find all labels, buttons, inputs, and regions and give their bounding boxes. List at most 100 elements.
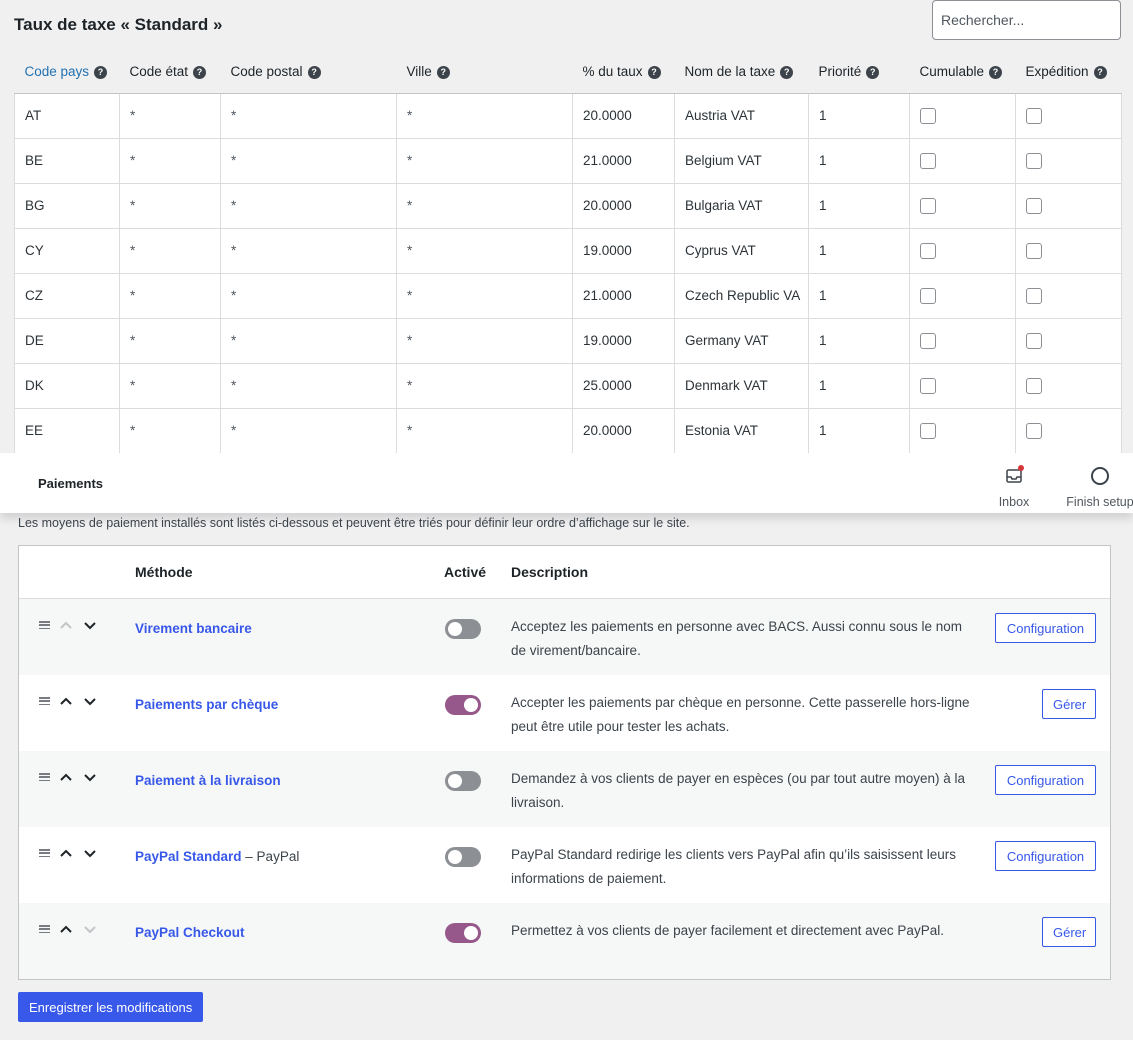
rate-cell[interactable]: 19.0000 — [572, 317, 675, 364]
postcode-cell[interactable]: * — [220, 407, 397, 454]
rate-cell[interactable]: 20.0000 — [572, 407, 675, 454]
enabled-toggle[interactable] — [445, 619, 481, 639]
chevron-up-icon[interactable] — [58, 693, 74, 709]
help-icon[interactable]: ? — [647, 66, 661, 80]
method-name-link[interactable]: Paiements par chèque — [135, 697, 278, 712]
drag-handle-icon[interactable] — [39, 621, 50, 629]
finish-setup-button[interactable]: Finish setup — [1062, 465, 1133, 509]
postcode-cell[interactable]: * — [220, 227, 397, 274]
chevron-up-icon[interactable] — [58, 845, 74, 861]
city-cell[interactable]: * — [396, 317, 573, 364]
state-code-cell[interactable]: * — [119, 362, 221, 409]
drag-handle-icon[interactable] — [39, 849, 50, 857]
priority-cell[interactable]: 1 — [808, 317, 910, 364]
compound-checkbox[interactable] — [920, 107, 936, 124]
city-cell[interactable]: * — [396, 362, 573, 409]
drag-handle-icon[interactable] — [39, 925, 50, 933]
help-icon[interactable]: ? — [307, 66, 321, 80]
country-code-cell[interactable]: BG — [14, 182, 120, 229]
enabled-toggle[interactable] — [445, 771, 481, 791]
chevron-up-icon[interactable] — [58, 921, 74, 937]
compound-checkbox[interactable] — [920, 332, 936, 349]
city-cell[interactable]: * — [396, 407, 573, 454]
country-code-cell[interactable]: EE — [14, 407, 120, 454]
shipping-checkbox[interactable] — [1026, 377, 1042, 394]
help-icon[interactable]: ? — [866, 66, 880, 80]
country-code-cell[interactable]: AT — [14, 92, 120, 139]
tax-name-cell[interactable]: Bulgaria VAT — [674, 182, 809, 229]
method-name-link[interactable]: PayPal Standard — [135, 849, 242, 864]
state-code-cell[interactable]: * — [119, 272, 221, 319]
search-input[interactable] — [932, 0, 1121, 40]
state-code-cell[interactable]: * — [119, 182, 221, 229]
state-code-cell[interactable]: * — [119, 407, 221, 454]
state-code-cell[interactable]: * — [119, 227, 221, 274]
compound-checkbox[interactable] — [920, 377, 936, 394]
drag-handle-icon[interactable] — [39, 697, 50, 705]
column-country-code[interactable]: Code pays? — [14, 51, 120, 94]
shipping-checkbox[interactable] — [1026, 152, 1042, 169]
method-action-button[interactable]: Configuration — [995, 613, 1096, 643]
tax-name-cell[interactable]: Austria VAT — [674, 92, 809, 139]
shipping-checkbox[interactable] — [1026, 242, 1042, 259]
city-cell[interactable]: * — [396, 92, 573, 139]
priority-cell[interactable]: 1 — [808, 272, 910, 319]
enabled-toggle[interactable] — [445, 923, 481, 943]
help-icon[interactable]: ? — [780, 66, 794, 80]
compound-checkbox[interactable] — [920, 152, 936, 169]
help-icon[interactable]: ? — [193, 66, 207, 80]
help-icon[interactable]: ? — [94, 66, 108, 80]
compound-checkbox[interactable] — [920, 242, 936, 259]
state-code-cell[interactable]: * — [119, 92, 221, 139]
tax-name-cell[interactable]: Estonia VAT — [674, 407, 809, 454]
method-action-button[interactable]: Configuration — [995, 765, 1096, 795]
compound-checkbox[interactable] — [920, 287, 936, 304]
shipping-checkbox[interactable] — [1026, 287, 1042, 304]
priority-cell[interactable]: 1 — [808, 362, 910, 409]
country-code-cell[interactable]: DK — [14, 362, 120, 409]
country-code-cell[interactable]: DE — [14, 317, 120, 364]
tax-name-cell[interactable]: Cyprus VAT — [674, 227, 809, 274]
postcode-cell[interactable]: * — [220, 362, 397, 409]
priority-cell[interactable]: 1 — [808, 227, 910, 274]
tax-name-cell[interactable]: Czech Republic VA — [674, 272, 809, 319]
rate-cell[interactable]: 25.0000 — [572, 362, 675, 409]
priority-cell[interactable]: 1 — [808, 407, 910, 454]
shipping-checkbox[interactable] — [1026, 197, 1042, 214]
country-code-cell[interactable]: BE — [14, 137, 120, 184]
tax-name-cell[interactable]: Belgium VAT — [674, 137, 809, 184]
help-icon[interactable]: ? — [436, 66, 450, 80]
inbox-button[interactable]: Inbox — [994, 465, 1034, 509]
priority-cell[interactable]: 1 — [808, 137, 910, 184]
postcode-cell[interactable]: * — [220, 92, 397, 139]
chevron-down-icon[interactable] — [82, 693, 98, 709]
country-code-cell[interactable]: CY — [14, 227, 120, 274]
postcode-cell[interactable]: * — [220, 272, 397, 319]
chevron-down-icon[interactable] — [82, 617, 98, 633]
method-name-link[interactable]: PayPal Checkout — [135, 925, 245, 940]
enabled-toggle[interactable] — [445, 695, 481, 715]
country-code-cell[interactable]: CZ — [14, 272, 120, 319]
priority-cell[interactable]: 1 — [808, 92, 910, 139]
rate-cell[interactable]: 19.0000 — [572, 227, 675, 274]
postcode-cell[interactable]: * — [220, 137, 397, 184]
shipping-checkbox[interactable] — [1026, 422, 1042, 439]
method-action-button[interactable]: Gérer — [1042, 917, 1096, 947]
chevron-down-icon[interactable] — [82, 769, 98, 785]
method-action-button[interactable]: Gérer — [1042, 689, 1096, 719]
help-icon[interactable]: ? — [989, 66, 1003, 80]
city-cell[interactable]: * — [396, 227, 573, 274]
state-code-cell[interactable]: * — [119, 137, 221, 184]
priority-cell[interactable]: 1 — [808, 182, 910, 229]
compound-checkbox[interactable] — [920, 422, 936, 439]
method-action-button[interactable]: Configuration — [995, 841, 1096, 871]
postcode-cell[interactable]: * — [220, 182, 397, 229]
city-cell[interactable]: * — [396, 137, 573, 184]
shipping-checkbox[interactable] — [1026, 332, 1042, 349]
tax-name-cell[interactable]: Germany VAT — [674, 317, 809, 364]
chevron-down-icon[interactable] — [82, 845, 98, 861]
city-cell[interactable]: * — [396, 272, 573, 319]
rate-cell[interactable]: 21.0000 — [572, 272, 675, 319]
rate-cell[interactable]: 21.0000 — [572, 137, 675, 184]
method-name-link[interactable]: Paiement à la livraison — [135, 773, 281, 788]
